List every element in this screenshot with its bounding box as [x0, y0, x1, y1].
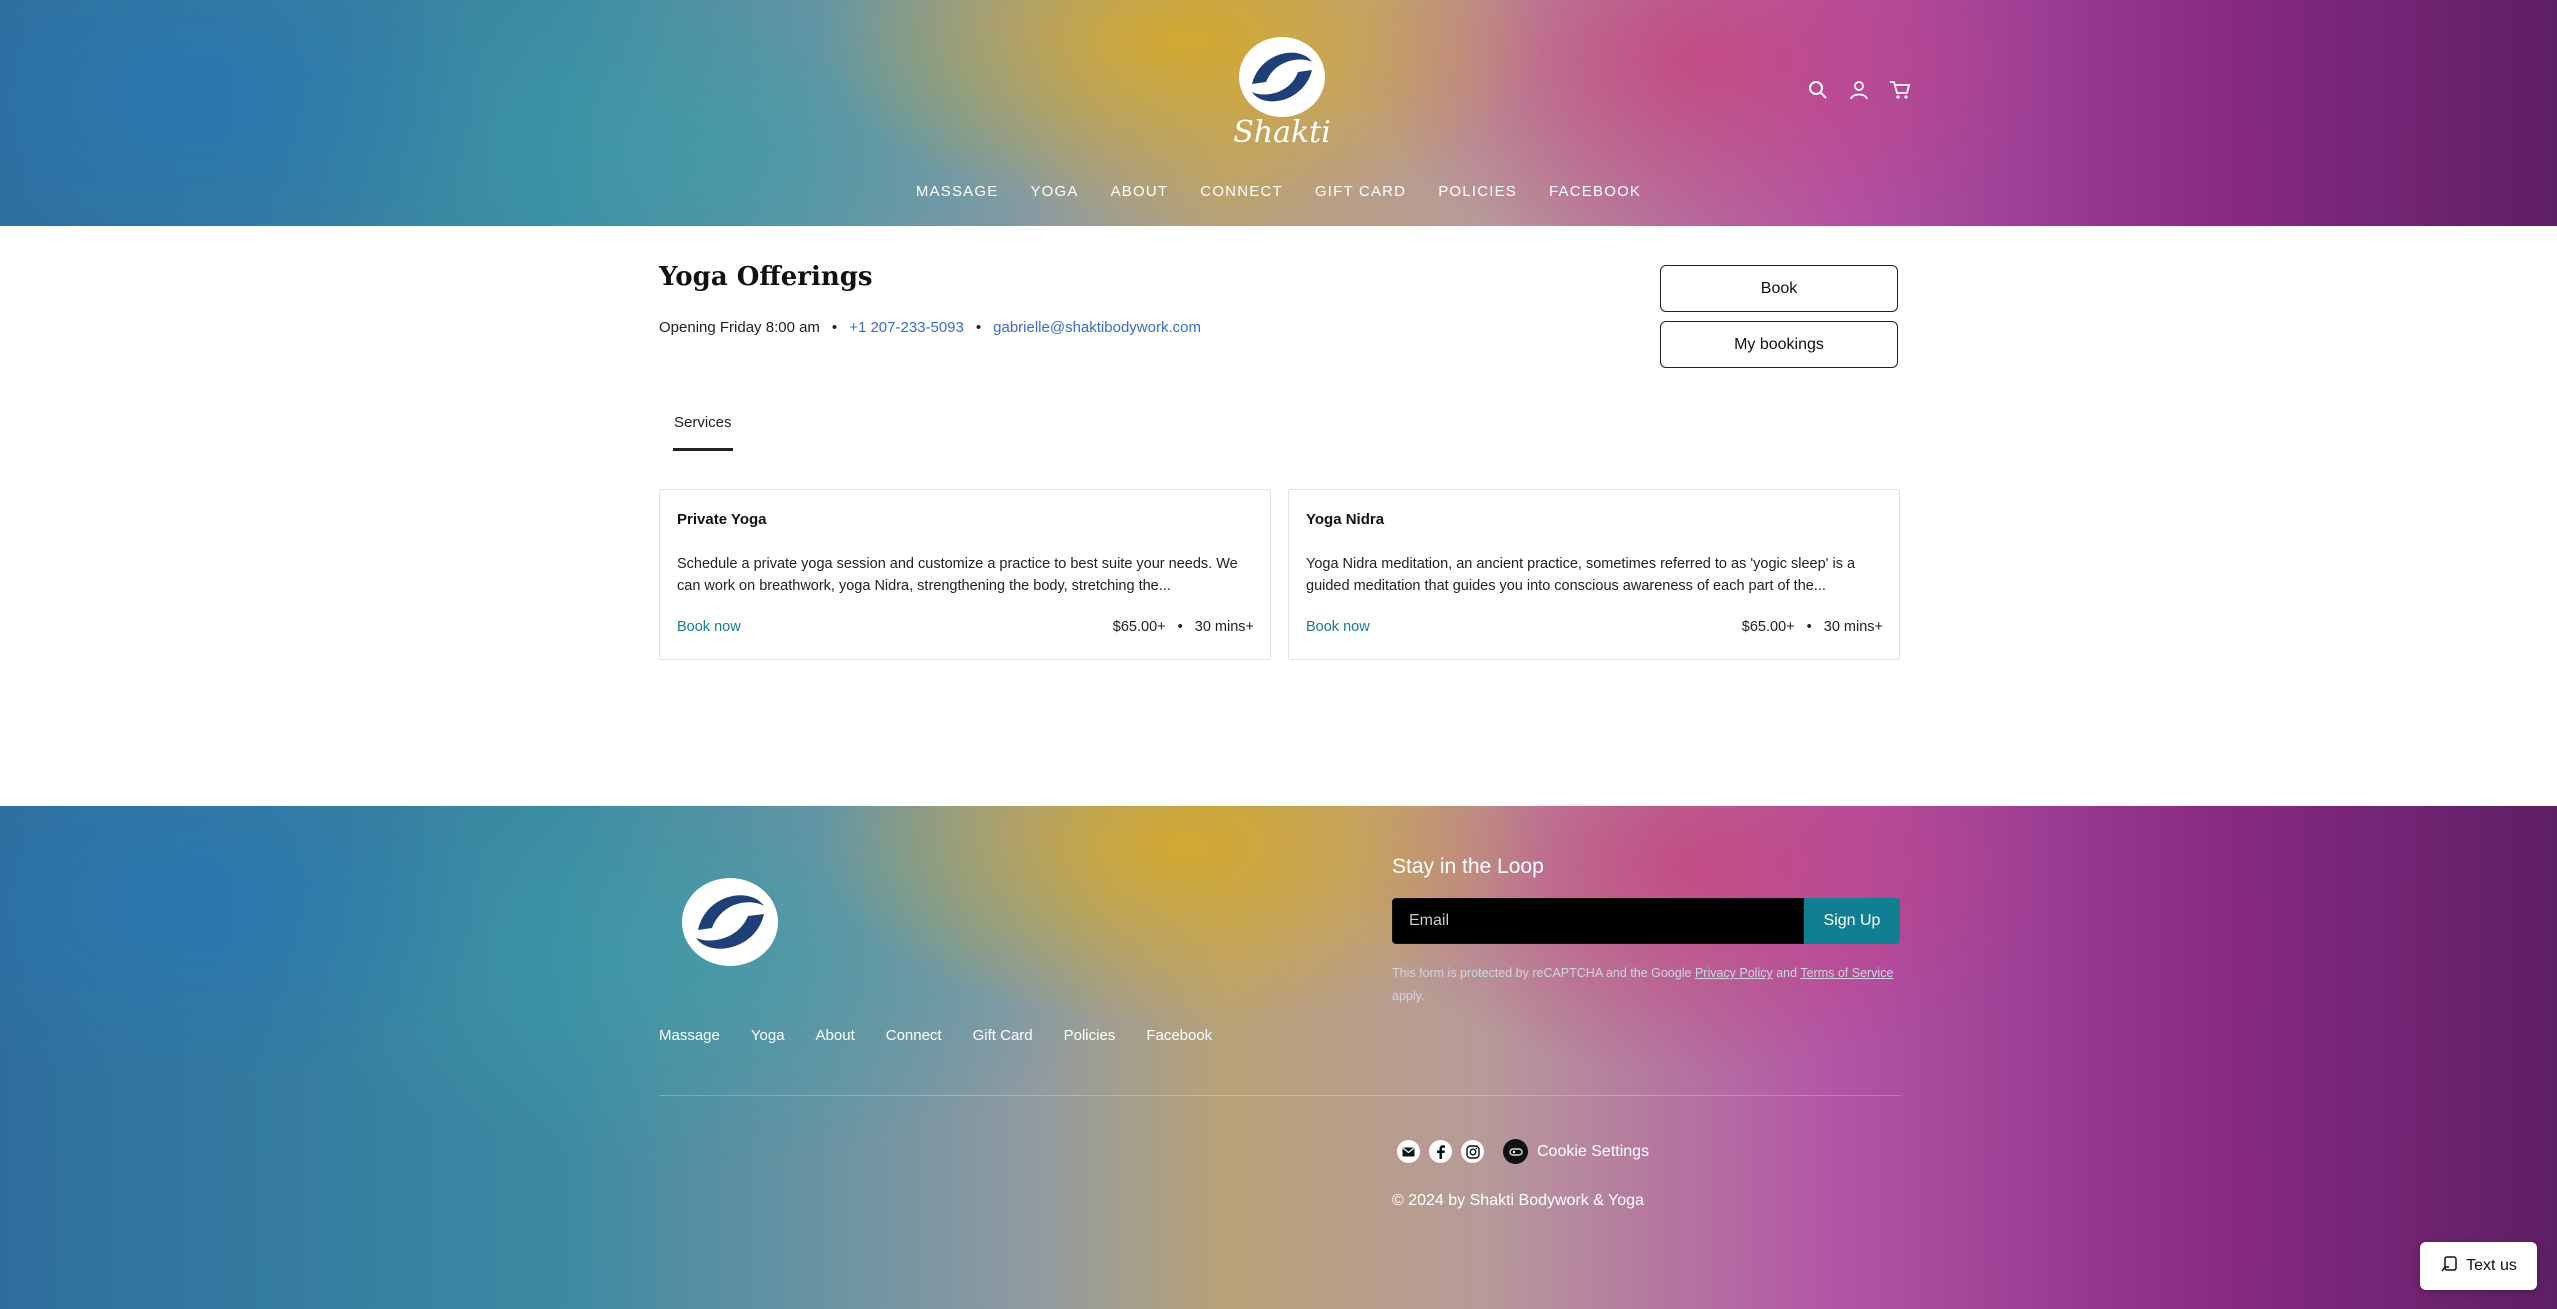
- nav-gift-card[interactable]: GIFT CARD: [1299, 183, 1422, 200]
- recaptcha-apply: apply.: [1392, 989, 1425, 1003]
- service-price: $65.00+: [1741, 619, 1795, 635]
- service-title: Yoga Nidra: [1306, 511, 1385, 528]
- nav-policies[interactable]: POLICIES: [1422, 183, 1533, 200]
- text-us-label: Text us: [2466, 1257, 2517, 1274]
- book-now-link[interactable]: Book now: [677, 619, 741, 635]
- main-nav: MASSAGE YOGA ABOUT CONNECT GIFT CARD POL…: [0, 183, 2557, 200]
- service-title: Private Yoga: [677, 511, 767, 528]
- account-icon[interactable]: [1847, 78, 1871, 102]
- business-info: Opening Friday 8:00 am • +1 207-233-5093…: [659, 319, 1201, 336]
- service-meta: $65.00+ • 30 mins+: [1113, 619, 1254, 635]
- service-description: Yoga Nidra meditation, an ancient practi…: [1306, 556, 1856, 594]
- site-footer: [0, 806, 2557, 1309]
- phone-link[interactable]: +1 207-233-5093: [849, 319, 964, 336]
- instagram-icon[interactable]: [1461, 1140, 1484, 1163]
- copyright: © 2024 by Shakti Bodywork & Yoga: [1392, 1192, 1644, 1209]
- footer-nav-policies[interactable]: Policies: [1064, 1027, 1116, 1044]
- footer-nav-about[interactable]: About: [816, 1027, 855, 1044]
- service-price: $65.00+: [1112, 619, 1166, 635]
- my-bookings-button[interactable]: My bookings: [1660, 321, 1898, 368]
- service-description: Schedule a private yoga session and cust…: [677, 556, 1238, 594]
- newsletter-title: Stay in the Loop: [1392, 855, 1544, 878]
- footer-nav-massage[interactable]: Massage: [659, 1027, 720, 1044]
- email-link[interactable]: gabrielle@shaktibodywork.com: [993, 319, 1201, 336]
- separator: •: [831, 319, 838, 336]
- service-card: Yoga Nidra Yoga Nidra meditation, an anc…: [1288, 489, 1900, 660]
- service-duration: 30 mins+: [1194, 619, 1254, 635]
- text-us-button[interactable]: Text us: [2420, 1242, 2537, 1290]
- email-icon[interactable]: [1397, 1140, 1420, 1163]
- recaptcha-text: This form is protected by reCAPTCHA and …: [1392, 966, 1692, 980]
- header-icons: [1806, 78, 1912, 102]
- footer-nav-connect[interactable]: Connect: [886, 1027, 942, 1044]
- cookie-settings-label: Cookie Settings: [1537, 1142, 1650, 1160]
- service-card: Private Yoga Schedule a private yoga ses…: [659, 489, 1271, 660]
- chat-icon: [2440, 1255, 2458, 1278]
- page-title: Yoga Offerings: [659, 262, 873, 292]
- book-now-link[interactable]: Book now: [1306, 619, 1370, 635]
- tab-active-indicator: [673, 448, 733, 451]
- svg-text:Shakti: Shakti: [1233, 115, 1331, 150]
- sign-up-button[interactable]: Sign Up: [1804, 898, 1900, 944]
- shakti-logo[interactable]: Shakti: [1230, 32, 1334, 152]
- privacy-policy-link[interactable]: Privacy Policy: [1695, 966, 1773, 980]
- social-links: [1397, 1140, 1484, 1163]
- cart-icon[interactable]: [1888, 78, 1912, 102]
- service-meta: $65.00+ • 30 mins+: [1742, 619, 1883, 635]
- facebook-icon[interactable]: [1429, 1140, 1452, 1163]
- newsletter-email-input[interactable]: [1392, 898, 1804, 944]
- service-duration: 30 mins+: [1823, 619, 1883, 635]
- footer-nav-yoga[interactable]: Yoga: [751, 1027, 785, 1044]
- separator: •: [975, 319, 982, 336]
- separator: •: [1806, 619, 1812, 635]
- separator: •: [1177, 619, 1183, 635]
- site-header: Shakti MASSAGE YOGA ABOUT CONNECT GIFT C…: [0, 0, 2557, 226]
- recaptcha-and: and: [1776, 966, 1798, 980]
- nav-about[interactable]: ABOUT: [1095, 183, 1185, 200]
- footer-logo[interactable]: [672, 872, 782, 972]
- opening-hours: Opening Friday 8:00 am: [659, 319, 820, 336]
- recaptcha-notice: This form is protected by reCAPTCHA and …: [1392, 962, 1902, 1008]
- nav-massage[interactable]: MASSAGE: [900, 183, 1015, 200]
- nav-connect[interactable]: CONNECT: [1184, 183, 1299, 200]
- footer-divider: [659, 1095, 1901, 1096]
- footer-nav-gift-card[interactable]: Gift Card: [973, 1027, 1033, 1044]
- book-button[interactable]: Book: [1660, 265, 1898, 312]
- nav-facebook[interactable]: FACEBOOK: [1533, 183, 1657, 200]
- terms-of-service-link[interactable]: Terms of Service: [1800, 966, 1893, 980]
- nav-yoga[interactable]: YOGA: [1014, 183, 1094, 200]
- cookie-settings-button[interactable]: Cookie Settings: [1503, 1139, 1649, 1164]
- search-icon[interactable]: [1806, 78, 1830, 102]
- tab-services[interactable]: Services: [674, 414, 732, 431]
- footer-nav: Massage Yoga About Connect Gift Card Pol…: [659, 1027, 1243, 1044]
- cookie-icon: [1503, 1139, 1528, 1164]
- footer-nav-facebook[interactable]: Facebook: [1146, 1027, 1212, 1044]
